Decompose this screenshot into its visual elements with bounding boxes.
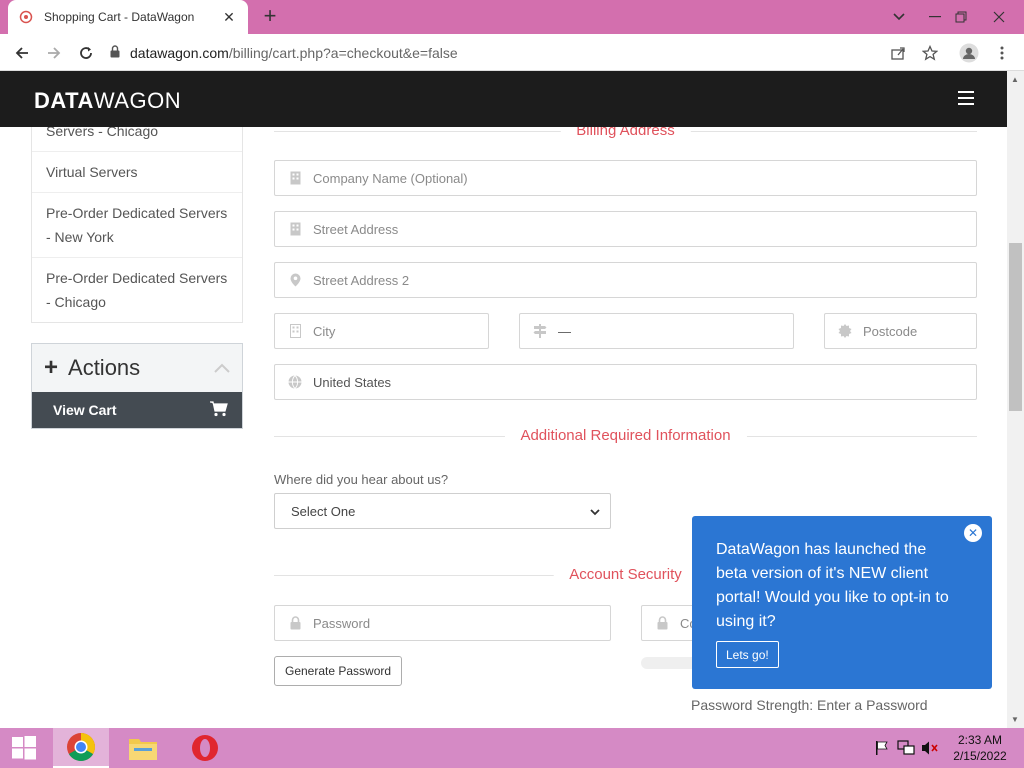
- certificate-icon: [837, 323, 853, 339]
- bookmark-star-icon[interactable]: [918, 41, 942, 65]
- volume-muted-icon[interactable]: [921, 740, 939, 756]
- street-address-field[interactable]: Street Address: [274, 211, 977, 247]
- browser-tab-bar: Shopping Cart - DataWagon ✕ +: [0, 0, 1024, 34]
- url-path: /billing/cart.php?a=checkout&e=false: [228, 44, 458, 61]
- signpost-icon: [532, 323, 548, 339]
- page-scrollbar[interactable]: ▲ ▼: [1007, 71, 1024, 728]
- lock-icon: [287, 615, 303, 631]
- browser-toolbar: datawagon.com /billing/cart.php?a=checko…: [0, 34, 1024, 71]
- reload-icon[interactable]: [74, 41, 98, 65]
- city-field[interactable]: City: [274, 313, 489, 349]
- chrome-taskbar-icon[interactable]: [53, 728, 109, 768]
- scrollbar-thumb[interactable]: [1009, 243, 1022, 411]
- building-icon: [287, 170, 303, 186]
- plus-icon: +: [44, 354, 59, 381]
- actions-title: Actions: [68, 355, 141, 380]
- lets-go-button[interactable]: Lets go!: [716, 641, 779, 668]
- building-icon: [287, 323, 303, 339]
- globe-icon: [287, 374, 303, 390]
- browser-menu-icon[interactable]: [990, 41, 1014, 65]
- sidebar-item-virtual-servers[interactable]: Virtual Servers: [32, 152, 242, 193]
- hamburger-menu-icon[interactable]: [958, 91, 974, 105]
- popup-message: DataWagon has launched the beta version …: [716, 541, 949, 630]
- street-address-2-field[interactable]: Street Address 2: [274, 262, 977, 298]
- share-icon[interactable]: [886, 41, 910, 65]
- scroll-down-icon[interactable]: ▼: [1011, 715, 1019, 724]
- tab-close-icon[interactable]: ✕: [220, 9, 238, 26]
- country-select[interactable]: United States: [274, 364, 977, 400]
- browser-tab[interactable]: Shopping Cart - DataWagon ✕: [8, 0, 248, 34]
- generate-password-button[interactable]: Generate Password: [274, 656, 403, 686]
- sidebar-categories: Servers - Chicago Virtual Servers Pre-Or…: [31, 127, 243, 323]
- address-bar[interactable]: datawagon.com /billing/cart.php?a=checko…: [110, 39, 870, 66]
- chevron-up-icon[interactable]: [214, 360, 230, 376]
- url-host: datawagon.com: [130, 44, 229, 61]
- hear-about-us-label: Where did you hear about us?: [274, 472, 449, 487]
- forward-arrow-icon[interactable]: [42, 41, 66, 65]
- restore-icon[interactable]: [944, 0, 978, 34]
- page-content: Servers - Chicago Virtual Servers Pre-Or…: [0, 127, 1007, 728]
- map-marker-icon: [287, 272, 303, 288]
- client-portal-popup: ✕ DataWagon has launched the beta versio…: [692, 516, 992, 689]
- password-strength-text: Password Strength: Enter a Password: [691, 697, 928, 713]
- sidebar-item-preorder-chicago[interactable]: Pre-Order Dedicated Servers - Chicago: [32, 258, 242, 322]
- popup-close-icon[interactable]: ✕: [964, 524, 982, 542]
- back-arrow-icon[interactable]: [10, 41, 34, 65]
- actions-header[interactable]: + Actions: [32, 344, 242, 392]
- company-name-field[interactable]: Company Name (Optional): [274, 160, 977, 196]
- network-icon[interactable]: [897, 740, 915, 756]
- postcode-field[interactable]: Postcode: [824, 313, 977, 349]
- tab-search-chevron-down-icon[interactable]: [882, 0, 916, 34]
- lock-icon: [110, 44, 120, 61]
- building-icon: [287, 221, 303, 237]
- site-header: DATAWAGON: [0, 71, 1007, 127]
- flag-notification-icon[interactable]: [873, 740, 891, 756]
- tab-title: Shopping Cart - DataWagon: [44, 10, 195, 24]
- hear-about-us-select[interactable]: Select One: [274, 493, 611, 529]
- lock-icon: [654, 615, 670, 631]
- opera-taskbar-icon[interactable]: [177, 728, 233, 768]
- taskbar-clock[interactable]: 2:33 AM 2/15/2022: [948, 732, 1012, 764]
- clock-date: 2/15/2022: [953, 749, 1007, 763]
- sidebar-item-preorder-new-york[interactable]: Pre-Order Dedicated Servers - New York: [32, 193, 242, 258]
- windows-start-icon[interactable]: [0, 728, 48, 768]
- file-explorer-taskbar-icon[interactable]: [115, 728, 171, 768]
- clock-time: 2:33 AM: [957, 733, 1003, 747]
- actions-panel: + Actions View Cart: [31, 343, 243, 429]
- shopping-cart-icon: [210, 400, 228, 420]
- view-cart-button[interactable]: View Cart: [32, 392, 242, 428]
- password-field[interactable]: Password: [274, 605, 611, 641]
- view-cart-label: View Cart: [53, 402, 117, 418]
- windows-taskbar: 2:33 AM 2/15/2022: [0, 728, 1024, 768]
- window-close-icon[interactable]: [982, 0, 1016, 34]
- state-select[interactable]: —: [519, 313, 794, 349]
- datawagon-logo[interactable]: DATAWAGON: [34, 88, 181, 114]
- site-favicon-icon: [18, 9, 34, 25]
- scroll-up-icon[interactable]: ▲: [1011, 75, 1019, 84]
- additional-info-heading: Additional Required Information: [274, 427, 977, 447]
- chevron-down-icon: [590, 504, 600, 519]
- profile-avatar-icon[interactable]: [957, 41, 981, 65]
- billing-address-heading: Billing Address: [274, 127, 977, 142]
- sidebar-item-servers-chicago[interactable]: Servers - Chicago: [32, 127, 242, 152]
- new-tab-button[interactable]: +: [258, 5, 282, 28]
